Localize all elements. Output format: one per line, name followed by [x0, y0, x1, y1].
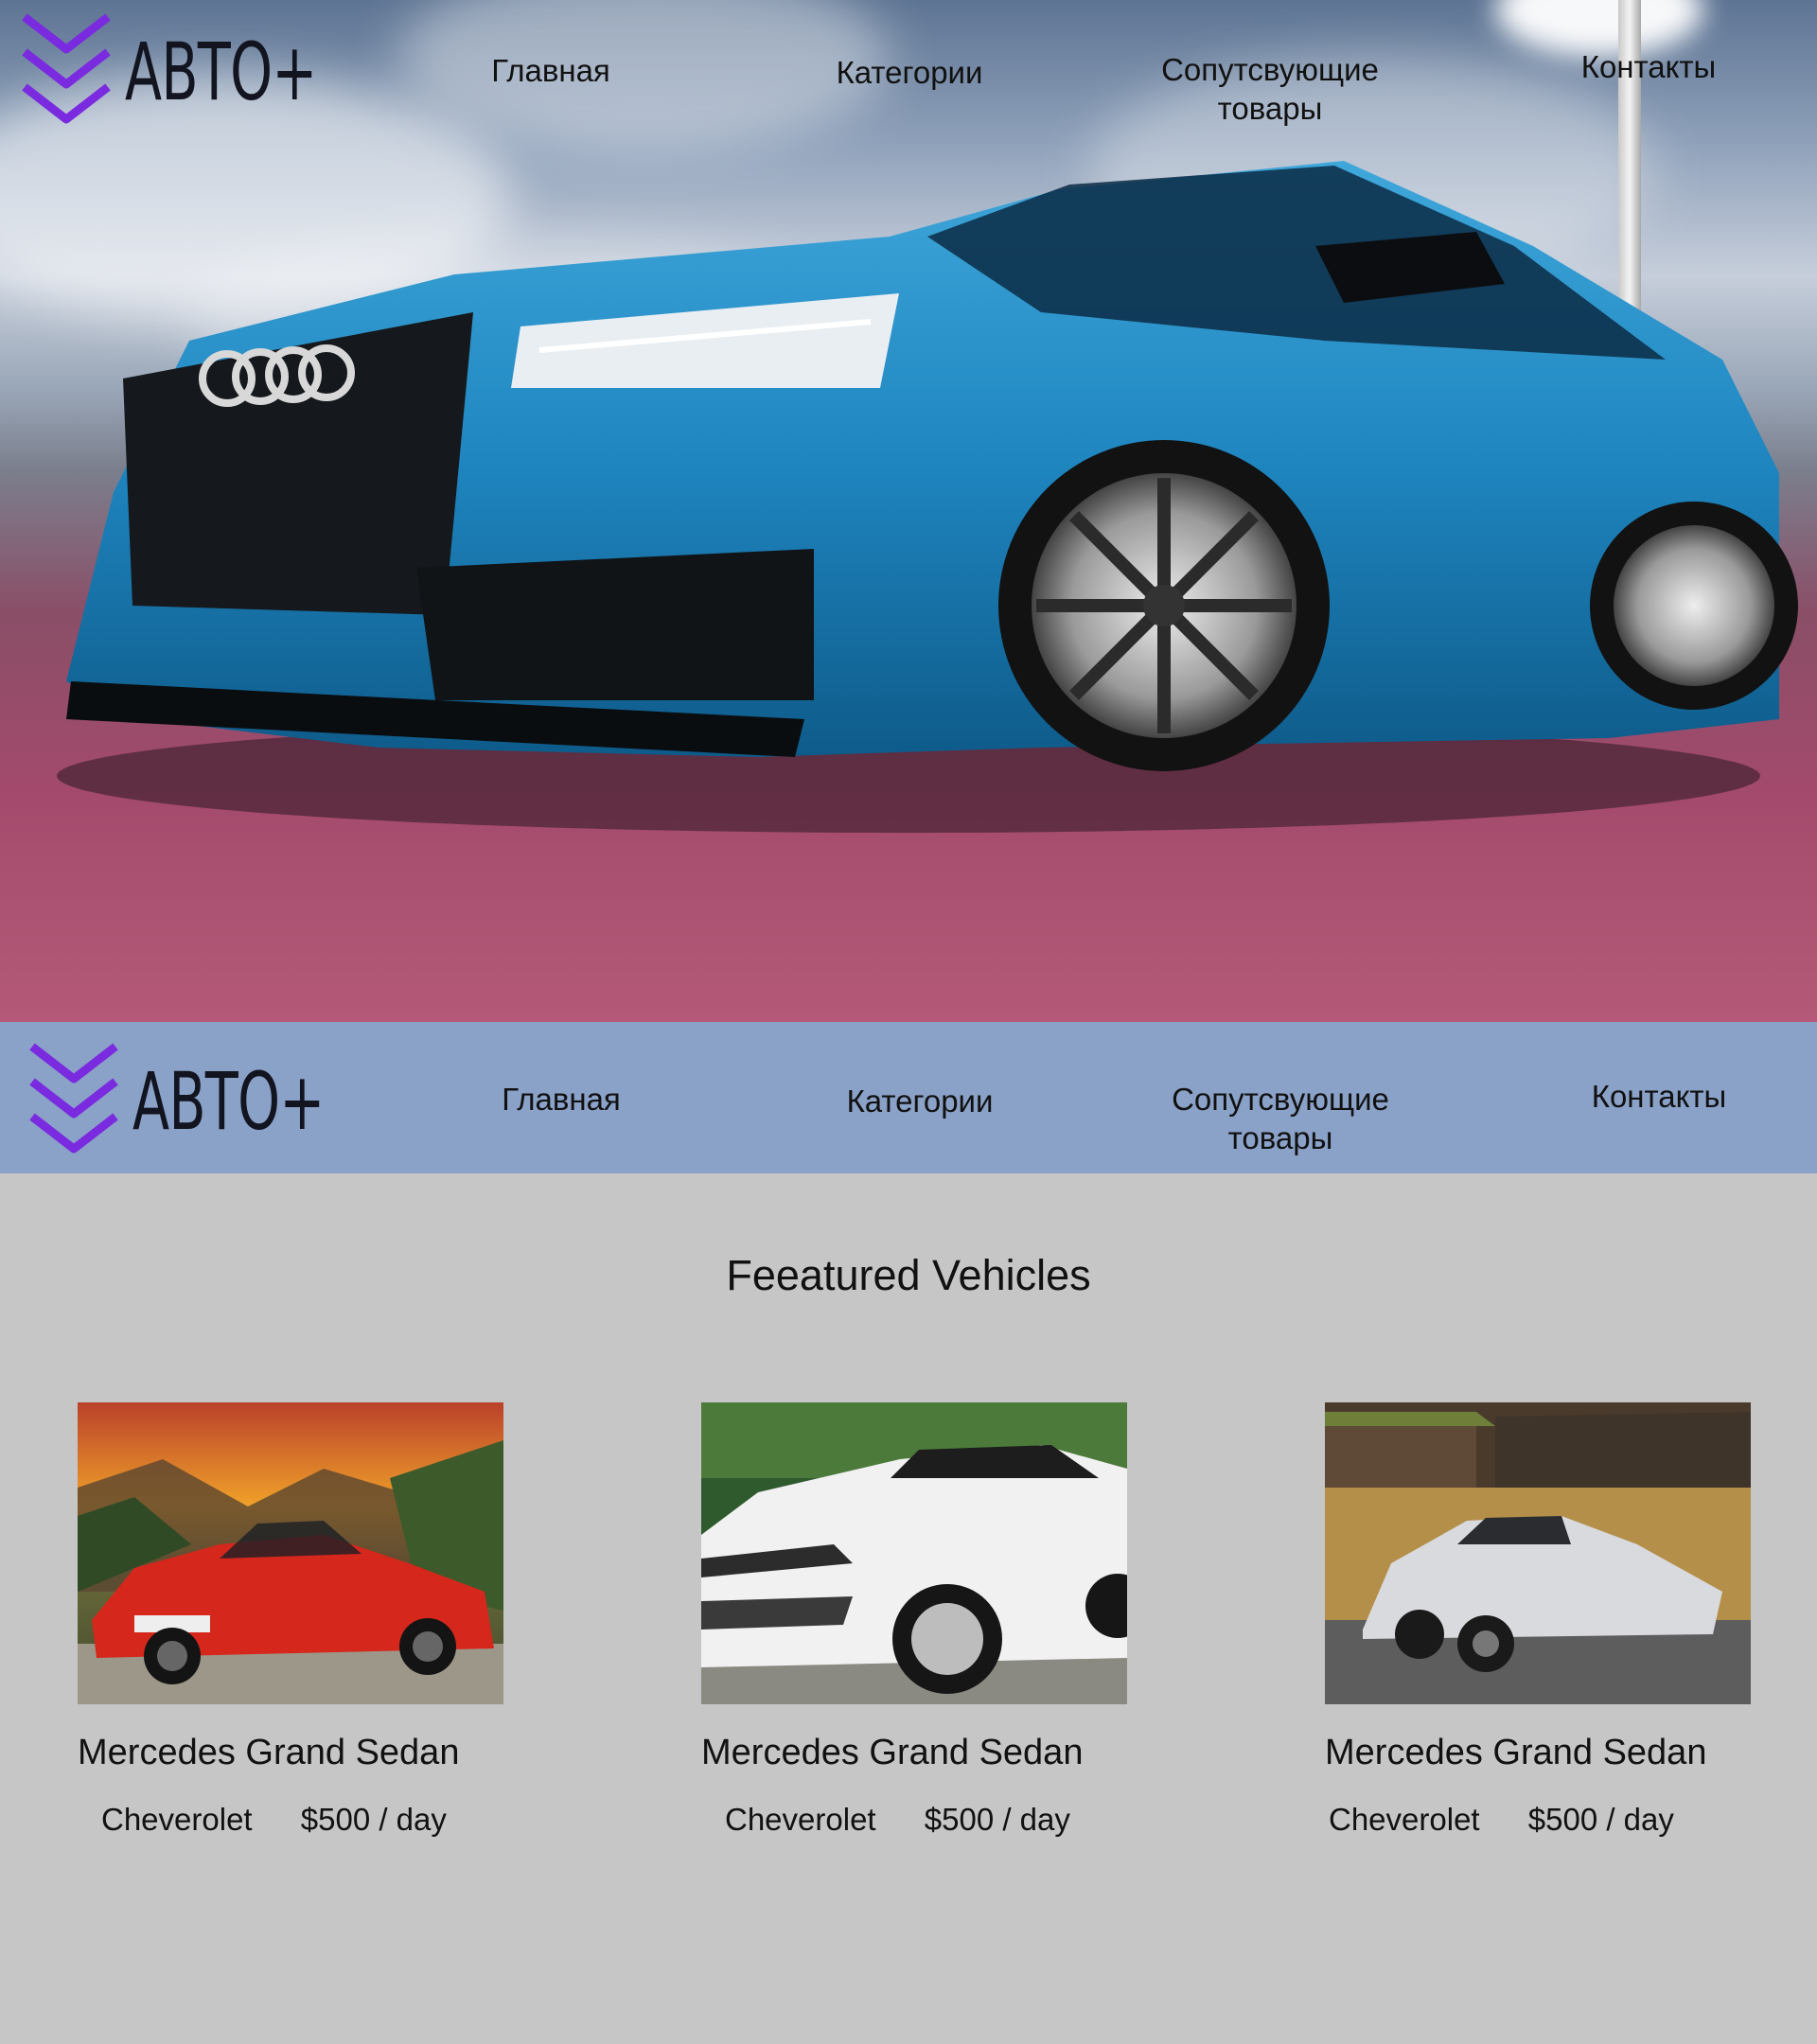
- chevron-logo-icon: [29, 1043, 118, 1154]
- nav-link-home[interactable]: Главная: [456, 51, 645, 90]
- vehicle-photo-white-suv[interactable]: [701, 1402, 1127, 1704]
- nav-link-categories[interactable]: Категории: [825, 1082, 1014, 1120]
- vehicle-name[interactable]: Mercedes Grand Sedan: [1325, 1733, 1751, 1773]
- nav-link-accessories[interactable]: Сопутсвующие товары: [1136, 50, 1404, 128]
- brand-logo[interactable]: АВТО+: [19, 9, 407, 134]
- featured-title: Feeatured Vehicles: [726, 1251, 1091, 1299]
- vehicle-photo-silver-supercar[interactable]: [1325, 1402, 1751, 1704]
- vehicle-brand: Cheverolet: [1329, 1802, 1480, 1837]
- brand-name: АВТО+: [125, 26, 317, 118]
- nav-link-contacts[interactable]: Контакты: [1552, 47, 1745, 86]
- vehicle-card[interactable]: Mercedes Grand Sedan Cheverolet $500 / d…: [78, 1402, 503, 1838]
- main-navbar: АВТО+ Главная Категории Сопутсвующие тов…: [0, 1022, 1817, 1173]
- vehicle-price: $500 / day: [924, 1802, 1070, 1837]
- vehicle-photo-red-convertible[interactable]: [78, 1402, 503, 1704]
- hero-section: АВТО+ Главная Категории Сопутсвующие тов…: [0, 0, 1817, 1022]
- vehicle-brand: Cheverolet: [101, 1802, 253, 1837]
- brand-logo[interactable]: АВТО+: [26, 1039, 415, 1164]
- vehicle-price: $500 / day: [300, 1802, 447, 1837]
- vehicle-name[interactable]: Mercedes Grand Sedan: [78, 1733, 503, 1773]
- vehicle-card[interactable]: Mercedes Grand Sedan Cheverolet $500 / d…: [701, 1402, 1127, 1838]
- chevron-logo-icon: [22, 13, 111, 124]
- vehicle-card[interactable]: Mercedes Grand Sedan Cheverolet $500 / d…: [1325, 1402, 1751, 1838]
- vehicle-name[interactable]: Mercedes Grand Sedan: [701, 1733, 1127, 1773]
- nav-link-contacts[interactable]: Контакты: [1562, 1077, 1755, 1116]
- nav-link-accessories[interactable]: Сопутсвующие товары: [1146, 1080, 1415, 1157]
- hero-navbar: АВТО+ Главная Категории Сопутсвующие тов…: [0, 0, 1817, 142]
- vehicle-price: $500 / day: [1527, 1802, 1674, 1837]
- vehicle-brand: Cheverolet: [725, 1802, 876, 1837]
- nav-link-categories[interactable]: Категории: [815, 53, 1004, 92]
- nav-link-home[interactable]: Главная: [467, 1080, 656, 1119]
- brand-name: АВТО+: [132, 1055, 325, 1148]
